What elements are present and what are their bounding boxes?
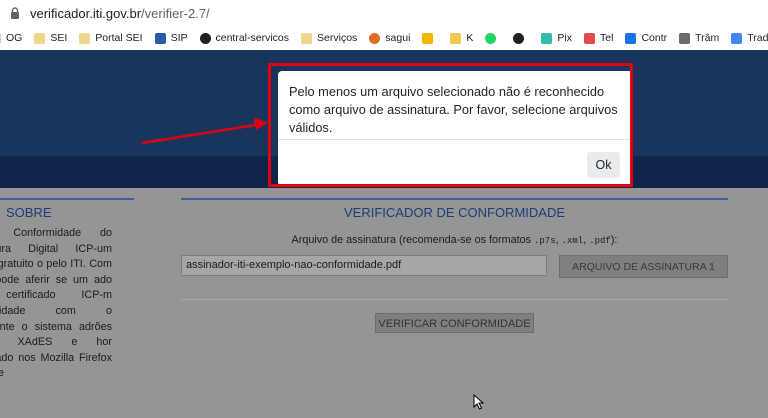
- bookmark-label: Pix: [557, 32, 573, 44]
- translate-icon: [731, 32, 743, 44]
- verifier-heading: VERIFICADOR DE CONFORMIDADE: [181, 198, 728, 224]
- bookmark-label: SEI: [50, 32, 68, 44]
- bookmark-label: Tel: [600, 32, 614, 44]
- bookmark-item[interactable]: Trâm: [679, 32, 719, 44]
- sobre-heading: SOBRE: [0, 198, 134, 224]
- bookmarks-bar: OG SEI Portal SEI SIP central-servicos Serviç…: [0, 26, 768, 51]
- whatsapp-icon: [485, 32, 497, 44]
- bookmark-label: sagui: [385, 32, 411, 44]
- url-text[interactable]: verificador.iti.gov.br/verifier-2.7/: [30, 6, 210, 21]
- select-signature-file-button[interactable]: ARQUIVO DE ASSINATURA 1: [559, 255, 728, 278]
- alert-message: Pelo menos um arquivo selecionado não é …: [289, 84, 618, 135]
- bookmark-item[interactable]: Serviços: [301, 32, 357, 44]
- bookmark-item[interactable]: [422, 32, 438, 44]
- phone-icon: [584, 32, 596, 44]
- bookmark-item[interactable]: SEI: [34, 32, 67, 44]
- globe-icon: [199, 32, 211, 44]
- alert-dialog: Pelo menos um arquivo selecionado não é …: [278, 71, 633, 186]
- address-bar[interactable]: verificador.iti.gov.br/verifier-2.7/: [0, 0, 768, 26]
- verify-conformity-button[interactable]: VERIFICAR CONFORMIDADE: [375, 313, 534, 333]
- dialog-divider: [278, 139, 633, 140]
- bookmark-label: SIP: [170, 32, 188, 44]
- sobre-heading-text: SOBRE: [6, 205, 52, 220]
- bookmark-label: Serviços: [317, 32, 358, 44]
- bookmark-label: OG: [6, 32, 23, 44]
- sobre-text: r de Conformidade do Assinatura Digital …: [0, 227, 112, 380]
- drive-icon: [422, 32, 434, 44]
- bookmark-item[interactable]: Contr: [625, 32, 667, 44]
- bulb-icon: [450, 32, 462, 44]
- bookmark-item[interactable]: SIP: [154, 32, 188, 44]
- chart-icon: [679, 32, 691, 44]
- url-host: verificador.iti.gov.br: [30, 5, 142, 21]
- bookmark-item[interactable]: Tel: [584, 32, 613, 44]
- compass-icon: [369, 32, 381, 44]
- bookmark-item[interactable]: Trad: [731, 32, 768, 44]
- globe-icon: [513, 32, 525, 44]
- ok-button[interactable]: Ok: [587, 152, 620, 178]
- sei-icon: [154, 32, 166, 44]
- bookmark-label: Portal SEI: [95, 32, 143, 44]
- bookmark-item[interactable]: [513, 32, 529, 44]
- bookmark-label: central-servicos: [215, 32, 290, 44]
- bookmark-item[interactable]: Portal SEI: [79, 32, 143, 44]
- bookmark-item[interactable]: Pix: [541, 32, 572, 44]
- folder-icon: [301, 32, 313, 44]
- mouse-cursor-icon: [473, 394, 485, 410]
- bookmark-item[interactable]: [485, 32, 501, 44]
- refresh-icon: [625, 32, 637, 44]
- bookmark-item[interactable]: central-servicos: [199, 32, 290, 44]
- bookmark-item[interactable]: sagui: [369, 32, 410, 44]
- divider: [181, 299, 728, 300]
- url-path: /verifier-2.7/: [141, 5, 210, 21]
- file-name-field[interactable]: assinador-iti-exemplo-nao-conformidade.p…: [181, 255, 547, 276]
- bookmark-label: Contr: [641, 32, 668, 44]
- bookmark-label: Trad: [747, 32, 768, 44]
- folder-icon: [79, 32, 91, 44]
- format-p7s: .p7s: [534, 236, 556, 246]
- blank-icon: [0, 32, 1, 44]
- format-pdf: .pdf: [589, 236, 611, 246]
- bookmark-item[interactable]: K: [450, 32, 473, 44]
- file-label: Arquivo de assinatura (recomenda-se os f…: [291, 234, 618, 246]
- lock-icon[interactable]: [8, 6, 22, 20]
- bookmark-label: K: [466, 32, 474, 44]
- file-label-suffix: ):: [610, 234, 618, 246]
- folder-icon: [34, 32, 46, 44]
- pix-icon: [541, 32, 553, 44]
- bookmark-label: Trâm: [695, 32, 720, 44]
- bookmark-item[interactable]: OG: [0, 32, 22, 44]
- verifier-heading-text: VERIFICADOR DE CONFORMIDADE: [343, 205, 565, 220]
- file-label-prefix: Arquivo de assinatura (recomenda-se os f…: [291, 234, 534, 246]
- format-xml: .xml: [561, 236, 584, 246]
